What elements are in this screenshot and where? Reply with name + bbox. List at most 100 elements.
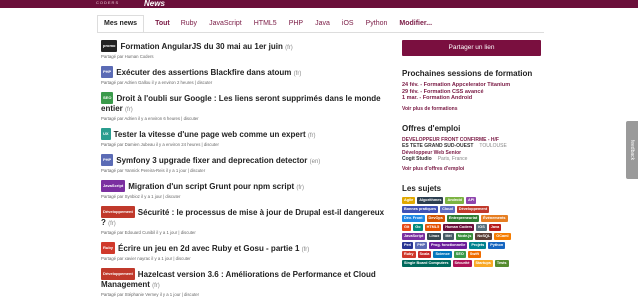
news-title-link[interactable]: Sécurité : le processus de mise à jour d…	[101, 208, 384, 227]
topic-tag[interactable]: Startups	[473, 259, 493, 267]
news-title-link[interactable]: Droit à l'oubli sur Google : Les liens s…	[101, 94, 381, 113]
tab-php[interactable]: PHP	[289, 20, 303, 32]
session-link[interactable]: 1 mar. - Formation Android	[402, 95, 542, 102]
topic-tag[interactable]: Swift	[467, 250, 481, 258]
topic-tag[interactable]: API	[466, 196, 477, 204]
tab-html5[interactable]: HTML5	[254, 20, 277, 32]
sessions-title: Prochaines sessions de formation	[402, 69, 533, 78]
more-sessions-link[interactable]: Voir plus de formations	[402, 106, 542, 112]
topic-tag[interactable]: Dév. Front	[402, 214, 425, 222]
news-title-link[interactable]: Hazelcast version 3.6 : Améliorations de…	[101, 270, 376, 289]
category-tag[interactable]: UX	[101, 128, 111, 140]
brand-logo[interactable]: News	[144, 0, 165, 8]
topic-tag[interactable]: Événements	[481, 214, 508, 222]
news-headline[interactable]: JavaScript Migration d'un script Grunt po…	[101, 180, 391, 193]
topic-tag[interactable]: Scala	[417, 250, 432, 258]
category-tag[interactable]: PHP	[101, 66, 114, 78]
topic-tag[interactable]: OCaml	[494, 232, 511, 240]
topic-tag[interactable]: PHP	[415, 241, 427, 249]
topic-tag[interactable]: SEO	[453, 250, 466, 258]
tab-tout[interactable]: Tout	[155, 20, 170, 32]
news-title-link[interactable]: Écrire un jeu en 2d avec Ruby et Gosu - …	[118, 244, 299, 253]
news-title-link[interactable]: Exécuter des assertions Blackfire dans a…	[116, 68, 291, 77]
topic-tag[interactable]: DevOps	[426, 214, 445, 222]
share-link-button[interactable]: Partager un lien	[402, 40, 541, 56]
topic-tag[interactable]: Android	[445, 196, 465, 204]
topic-tag[interactable]: Sécurité	[452, 259, 472, 267]
news-meta: Partagé par Human Coders	[101, 54, 154, 59]
news-title-link[interactable]: Tester la vitesse d'une page web comme u…	[114, 130, 306, 139]
topic-tag[interactable]: Perl	[402, 241, 414, 249]
news-headline[interactable]: UX Tester la vitesse d'une page web comme…	[101, 128, 391, 141]
topic-tag[interactable]: Projets	[469, 241, 487, 249]
topic-tag[interactable]: Algorithmes	[417, 196, 444, 204]
news-item: JavaScript Migration d'un script Grunt po…	[101, 180, 391, 199]
tab-python[interactable]: Python	[366, 20, 388, 32]
topic-tag[interactable]: Cloud	[440, 205, 455, 213]
topic-tag[interactable]: JavaScript	[402, 232, 426, 240]
news-headline[interactable]: SEO Droit à l'oubli sur Google : Les lien…	[101, 92, 391, 115]
topic-tag[interactable]: Human Coders	[443, 223, 475, 231]
category-tag[interactable]: JavaScript	[101, 180, 126, 192]
category-tag[interactable]: PHP	[101, 154, 114, 166]
language-label: (fr)	[293, 71, 302, 77]
news-headline[interactable]: PHP Exécuter des assertions Blackfire dan…	[101, 66, 391, 79]
category-tag[interactable]: Développement	[101, 206, 135, 218]
news-meta: Partagé par Adrien il y a environ 6 heur…	[101, 116, 199, 121]
topic-tag[interactable]: Entrepreneuriat	[446, 214, 480, 222]
tab-javascript[interactable]: JavaScript	[209, 20, 242, 32]
news-item: promo Formation AngularJS du 30 mai au 1e…	[101, 40, 391, 59]
topic-tag[interactable]: Bonnes pratiques	[402, 205, 439, 213]
tab-ruby[interactable]: Ruby	[181, 20, 197, 32]
topic-tag[interactable]: Python	[488, 241, 506, 249]
tab-java[interactable]: Java	[315, 20, 330, 32]
category-tag[interactable]: SEO	[101, 92, 114, 104]
topic-tag[interactable]: NoSQL	[475, 232, 493, 240]
jobs-list: DEVELOPPEUR FRONT CONFIRME - H/F ES TETE …	[402, 137, 542, 162]
more-jobs-link[interactable]: Voir plus d'offres d'emploi	[402, 166, 542, 172]
topic-tag[interactable]: Git	[402, 223, 412, 231]
filter-tabs: Mes news Tout Ruby JavaScript HTML5 PHP Java iO…	[97, 13, 432, 32]
tab-mes-news[interactable]: Mes news	[97, 15, 145, 32]
topic-tag[interactable]: Mél	[443, 232, 454, 240]
news-item: SEO Droit à l'oubli sur Google : Les lien…	[101, 92, 391, 121]
topic-tag[interactable]: Node.js	[455, 232, 474, 240]
news-headline[interactable]: Développement Sécurité : le processus de …	[101, 206, 391, 229]
topic-tag[interactable]: Développement	[456, 205, 490, 213]
news-meta: Partagé par Edouard Cunibil il y a 1 jou…	[101, 230, 196, 235]
news-headline[interactable]: Ruby Écrire un jeu en 2d avec Ruby et Gos…	[101, 242, 391, 255]
job-company: ES TETE GRAND SUD-OUEST	[402, 142, 474, 149]
news-meta: Partagé par Adrien Gallou il y a environ…	[101, 80, 213, 85]
topic-tag[interactable]: Tests	[494, 259, 509, 267]
tab-modifier[interactable]: Modifier...	[399, 20, 432, 32]
job-company-row: ES TETE GRAND SUD-OUEST TOULOUSE	[402, 143, 542, 149]
job-item: Développeur Web Senior Cogit Studio Paris,…	[402, 150, 542, 162]
topic-tag[interactable]: Single Board Computers	[402, 259, 451, 267]
category-tag[interactable]: Développement	[101, 268, 135, 280]
category-tag[interactable]: promo	[101, 40, 118, 52]
language-label: (en)	[309, 159, 321, 165]
language-label: (fr)	[152, 283, 160, 289]
topic-tag[interactable]: Agile	[402, 196, 416, 204]
sidebar: Partager un lien Prochaines sessions de …	[402, 40, 542, 267]
news-headline[interactable]: Développement Hazelcast version 3.6 : Amé…	[101, 268, 391, 291]
tab-ios[interactable]: iOS	[342, 20, 354, 32]
topic-tag[interactable]: Java	[488, 223, 502, 231]
job-company-row: Cogit Studio Paris, France	[402, 156, 542, 162]
news-headline[interactable]: promo Formation AngularJS du 30 mai au 1e…	[101, 40, 391, 53]
topic-tag[interactable]: Ruby	[402, 250, 416, 258]
topic-tag[interactable]: Go	[413, 223, 423, 231]
topic-tag[interactable]: iOS	[476, 223, 487, 231]
news-title-link[interactable]: Migration d'un script Grunt pour npm scr…	[128, 182, 294, 191]
news-title-link[interactable]: Formation AngularJS du 30 mai au 1er jui…	[120, 42, 282, 51]
jobs-title: Offres d'emploi	[402, 123, 461, 133]
language-label: (fr)	[108, 221, 116, 227]
feedback-tab[interactable]: feedback	[626, 121, 638, 179]
news-title-link[interactable]: Symfony 3 upgrade fixer and deprecation …	[116, 156, 307, 165]
topic-tag[interactable]: Science	[433, 250, 452, 258]
category-tag[interactable]: Ruby	[101, 242, 115, 254]
topic-tag[interactable]: Prog. fonctionnelle	[429, 241, 468, 249]
topic-tag[interactable]: Linux	[427, 232, 442, 240]
topic-tag[interactable]: HTML5	[424, 223, 442, 231]
news-headline[interactable]: PHP Symfony 3 upgrade fixer and deprecati…	[101, 154, 391, 167]
